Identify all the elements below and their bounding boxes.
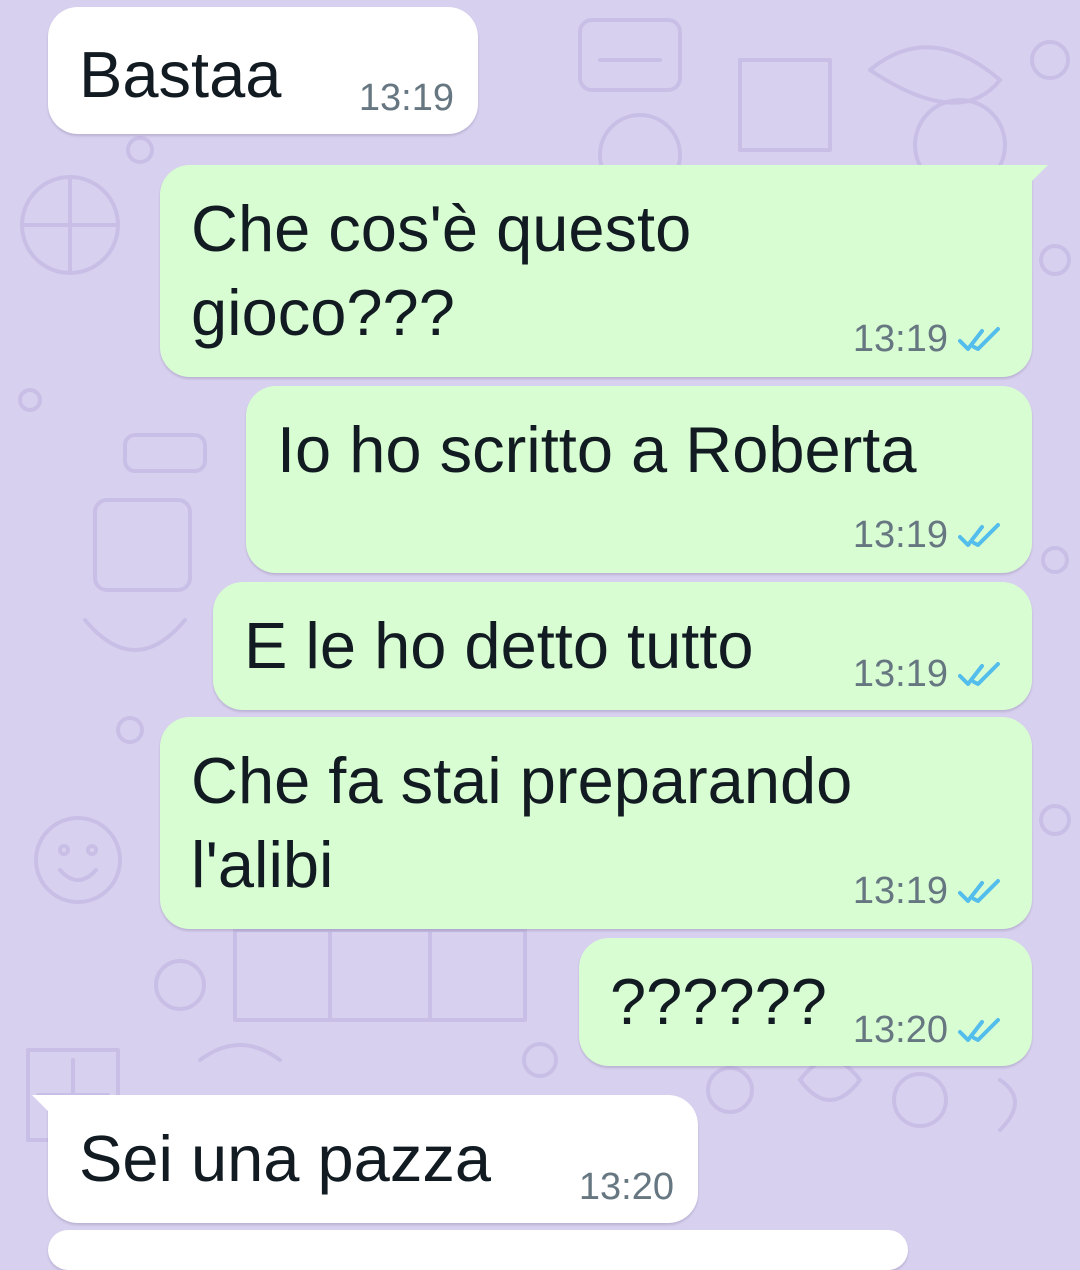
incoming-message-partial[interactable]: [48, 1230, 908, 1270]
message-text-line: l'alibi: [191, 828, 334, 901]
message-text: Sei una pazza: [79, 1122, 491, 1195]
double-check-icon: [958, 1018, 1000, 1042]
message-meta: 13:19: [853, 871, 1004, 911]
bubble-tail: [32, 1095, 60, 1123]
message-timestamp: 13:19: [852, 870, 948, 912]
double-check-icon: [958, 879, 1000, 903]
message-meta: 13:19: [853, 515, 1004, 555]
outgoing-message[interactable]: E le ho detto tutto 13:19: [213, 582, 1032, 710]
message-timestamp: 13:19: [852, 318, 948, 360]
message-timestamp: 13:19: [852, 653, 948, 695]
double-check-icon: [958, 662, 1000, 686]
message-text-line: Che cos'è questo: [191, 192, 692, 265]
outgoing-message[interactable]: Io ho scritto a Roberta 13:19: [246, 386, 1032, 573]
message-text: ??????: [610, 965, 827, 1038]
message-meta: 13:19: [853, 319, 1004, 359]
message-timestamp: 13:20: [578, 1166, 674, 1208]
outgoing-message[interactable]: Che fa stai preparando l'alibi 13:19: [160, 717, 1032, 929]
message-text: Bastaa: [79, 38, 282, 111]
outgoing-message[interactable]: Che cos'è questo gioco??? 13:19: [160, 165, 1048, 377]
message-text-line: gioco???: [191, 276, 455, 349]
message-timestamp: 13:20: [852, 1009, 948, 1051]
message-text-line: Che fa stai preparando: [191, 744, 853, 817]
message-meta: 13:20: [853, 1010, 1004, 1050]
incoming-message[interactable]: Bastaa 13:19: [48, 7, 478, 134]
message-text: Io ho scritto a Roberta: [277, 413, 917, 486]
incoming-message[interactable]: Sei una pazza 13:20: [32, 1095, 698, 1223]
outgoing-message[interactable]: ?????? 13:20: [579, 938, 1032, 1066]
bubble-tail: [1020, 165, 1048, 193]
message-text: E le ho detto tutto: [244, 609, 754, 682]
double-check-icon: [958, 523, 1000, 547]
message-meta: 13:19: [853, 654, 1004, 694]
message-timestamp: 13:19: [852, 514, 948, 556]
double-check-icon: [958, 327, 1000, 351]
message-timestamp: 13:19: [358, 77, 454, 119]
